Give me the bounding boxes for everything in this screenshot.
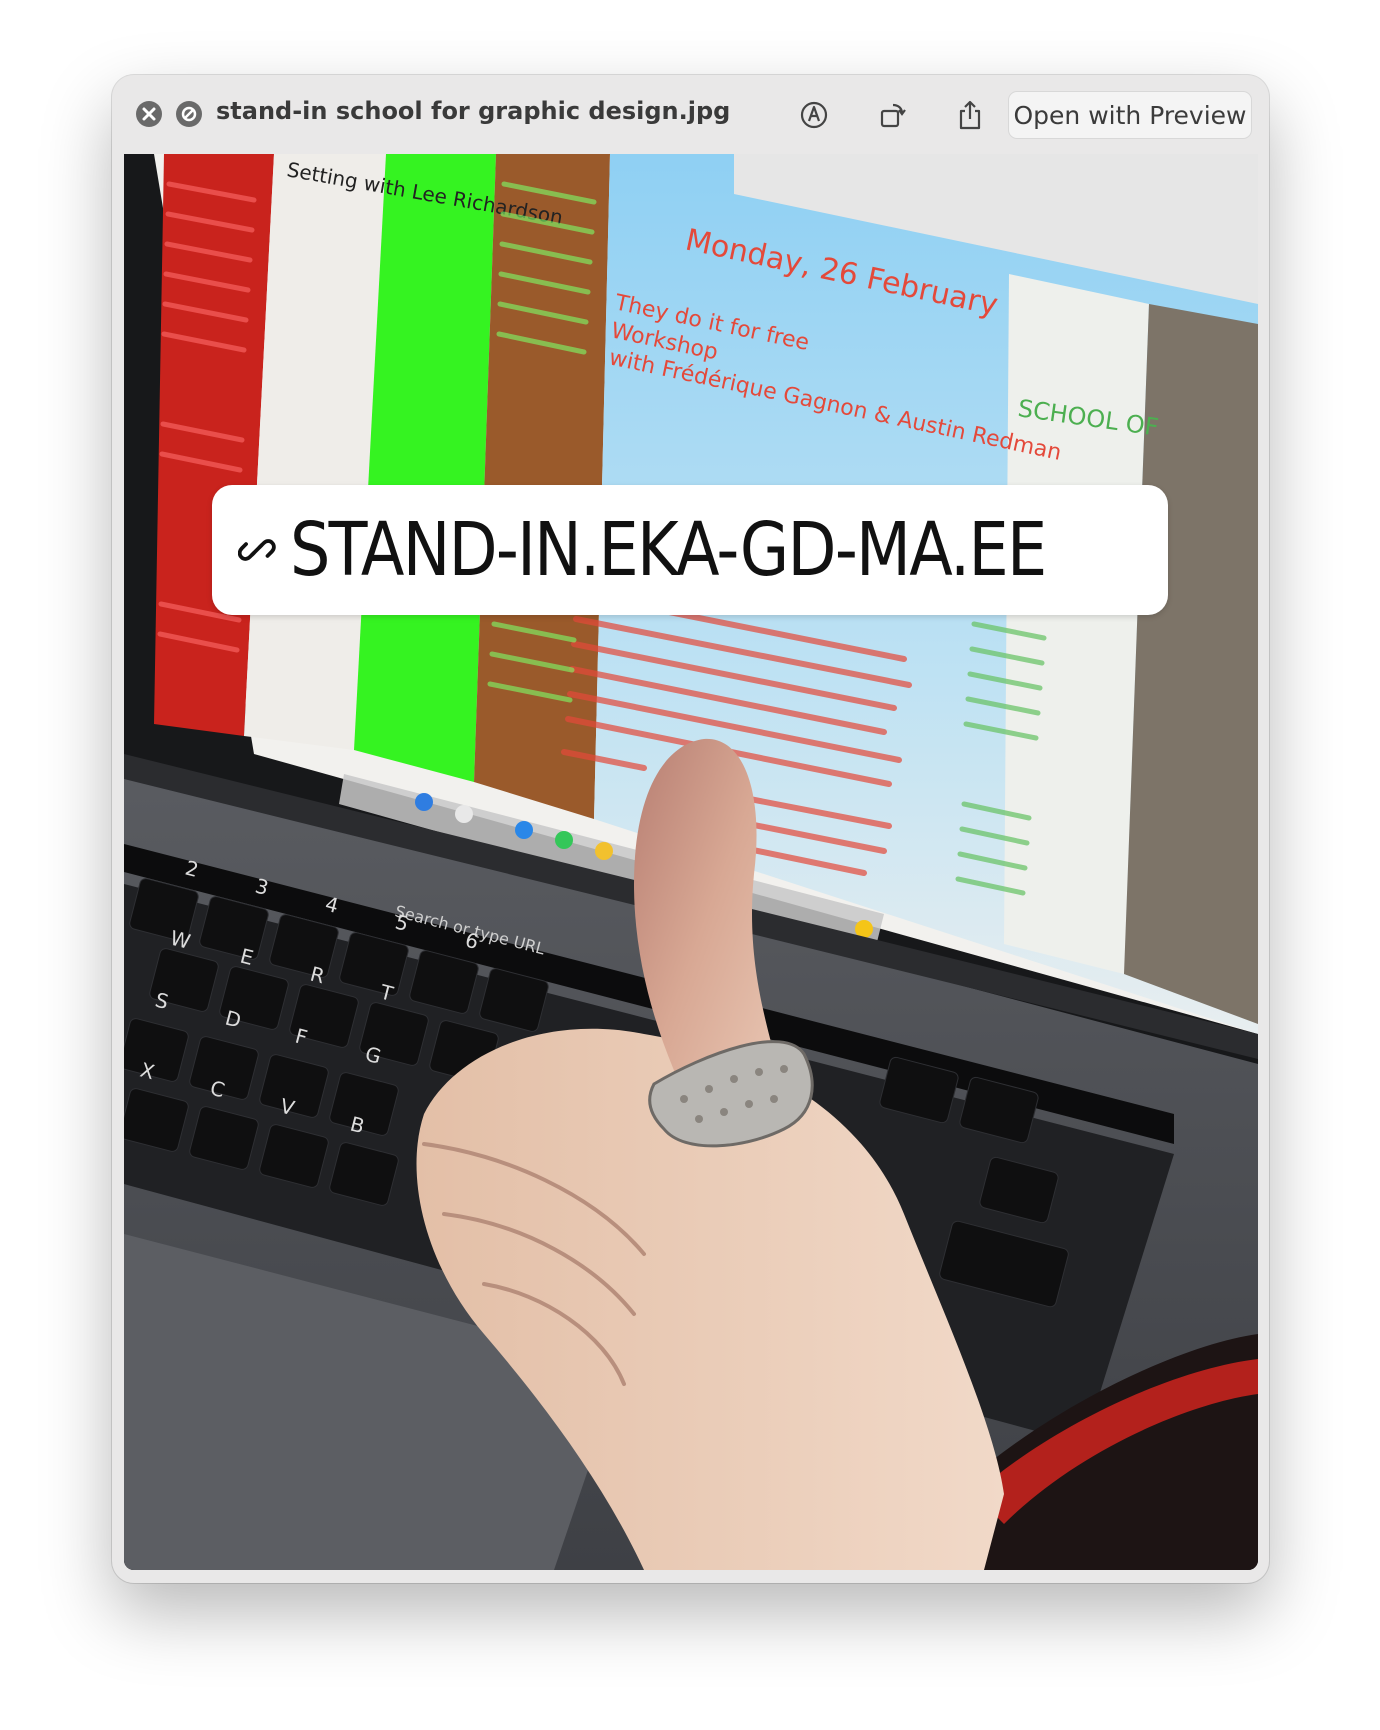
dock-chrome-icon	[595, 842, 613, 860]
close-button[interactable]	[136, 101, 162, 127]
share-icon	[959, 100, 981, 130]
preview-window: stand-in school for graphic design.jpg O…	[112, 75, 1269, 1583]
link-sticker[interactable]: STAND-IN.EKA-GD-MA.EE	[212, 485, 1168, 615]
open-with-preview-button[interactable]: Open with Preview	[1008, 91, 1252, 139]
rotate-icon	[880, 103, 906, 128]
close-icon	[142, 107, 156, 121]
markup-icon	[800, 101, 828, 129]
dock-finder-icon	[415, 793, 433, 811]
photo-content: Monday, 26 February They do it for free …	[124, 154, 1258, 1570]
dock-messages-icon	[555, 831, 573, 849]
link-sticker-text: STAND-IN.EKA-GD-MA.EE	[289, 507, 1047, 593]
hide-button[interactable]	[176, 101, 202, 127]
dock-app-icon	[455, 805, 473, 823]
dock-safari-icon	[515, 821, 533, 839]
photo-illustration: Monday, 26 February They do it for free …	[124, 154, 1258, 1570]
hide-icon	[181, 106, 197, 122]
share-button[interactable]	[948, 93, 992, 137]
rotate-button[interactable]	[870, 93, 914, 137]
window-title: stand-in school for graphic design.jpg	[216, 97, 731, 125]
title-bar: stand-in school for graphic design.jpg O…	[112, 75, 1269, 153]
link-icon	[238, 539, 276, 561]
markup-button[interactable]	[792, 93, 836, 137]
